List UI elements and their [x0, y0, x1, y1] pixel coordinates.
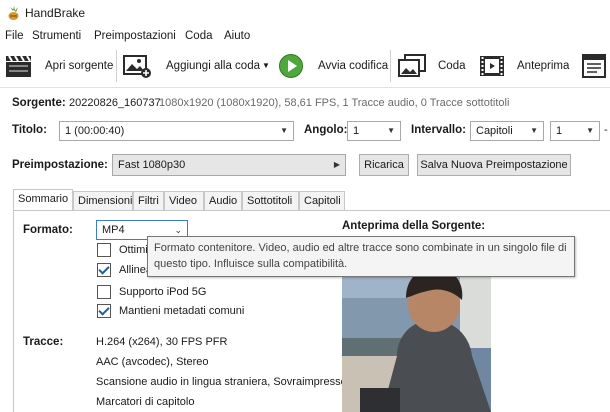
toolbar-divider: [116, 50, 117, 82]
web-optimized-checkbox[interactable]: [97, 243, 111, 257]
preview-button[interactable]: Anteprima: [478, 53, 570, 79]
add-image-icon: [123, 55, 151, 78]
open-source-label: Apri sorgente: [45, 60, 114, 72]
add-to-queue-label: Aggiungi alla coda: [166, 60, 260, 72]
tab-dimensions[interactable]: Dimensioni: [73, 191, 133, 210]
filmstrip-icon: [480, 56, 504, 76]
toolbar-divider: [390, 50, 391, 82]
chevron-down-icon: ▼: [280, 126, 288, 135]
menu-queue[interactable]: Coda: [185, 30, 213, 42]
chevron-down-icon: ⌄: [174, 225, 182, 235]
align-av-checkbox[interactable]: [97, 263, 111, 277]
range-dash: -: [604, 124, 608, 136]
angle-label: Angolo:: [304, 124, 348, 136]
track-item: Scansione audio in lingua straniera, Sov…: [96, 376, 347, 388]
title-label: Titolo:: [12, 124, 47, 136]
ipod-support-checkbox[interactable]: [97, 285, 111, 299]
menu-bar: [0, 27, 610, 46]
title-bar: [0, 0, 610, 26]
source-preview-label: Anteprima della Sorgente:: [342, 220, 486, 232]
range-type-value: Capitoli: [476, 125, 513, 137]
activity-log-button[interactable]: [580, 53, 608, 79]
save-new-preset-button[interactable]: Salva Nuova Preimpostazione: [417, 154, 571, 176]
tab-filters[interactable]: Filtri: [133, 191, 164, 210]
range-label: Intervallo:: [411, 124, 466, 136]
tracks-label: Tracce:: [23, 336, 64, 348]
tooltip-line: Formato contenitore. Video, audio ed alt…: [154, 242, 567, 254]
film-clapper-icon: [6, 55, 31, 77]
chevron-down-icon: ▼: [586, 126, 594, 135]
tab-subtitles[interactable]: Sottotitoli: [242, 191, 299, 210]
reload-preset-button[interactable]: Ricarica: [359, 154, 409, 176]
menu-help[interactable]: Aiuto: [224, 30, 250, 42]
tab-audio[interactable]: Audio: [204, 191, 242, 210]
range-start-select[interactable]: 1 ▼: [550, 121, 600, 141]
ipod-support-label: Supporto iPod 5G: [119, 286, 207, 298]
source-info: 1080x1920 (1080x1920), 58,61 FPS, 1 Trac…: [159, 97, 510, 109]
chevron-down-icon: ▼: [387, 126, 395, 135]
chevron-right-icon: ▶: [333, 160, 340, 169]
track-item: AAC (avcodec), Stereo: [96, 356, 209, 368]
track-item: H.264 (x264), 30 FPS PFR: [96, 336, 228, 348]
title-value: 1 (00:00:40): [65, 125, 125, 137]
preset-value: Fast 1080p30: [118, 159, 186, 171]
angle-select[interactable]: 1 ▼: [347, 121, 401, 141]
image-stack-icon: [398, 54, 426, 77]
title-select[interactable]: 1 (00:00:40) ▼: [59, 121, 294, 141]
menu-file[interactable]: File: [5, 30, 24, 42]
range-start-value: 1: [556, 125, 563, 137]
queue-label: Coda: [438, 60, 466, 72]
keep-metadata-checkbox[interactable]: [97, 304, 111, 318]
format-label: Formato:: [23, 224, 73, 236]
open-source-button[interactable]: Apri sorgente: [4, 53, 113, 79]
window-title: HandBrake: [25, 6, 86, 20]
log-window-icon: [582, 54, 606, 78]
tab-chapters[interactable]: Capitoli: [299, 191, 345, 210]
keep-metadata-label: Mantieni metadati comuni: [119, 305, 245, 317]
chevron-down-icon[interactable]: ▼: [262, 61, 270, 70]
menu-presets[interactable]: Preimpostazioni: [94, 30, 176, 42]
add-to-queue-button[interactable]: Aggiungi alla coda ▼: [122, 53, 272, 79]
menu-tools[interactable]: Strumenti: [32, 30, 81, 42]
source-name: 20220826_160737: [69, 97, 161, 109]
tab-summary[interactable]: Sommario: [13, 189, 73, 211]
range-type-select[interactable]: Capitoli ▼: [470, 121, 544, 141]
tab-video[interactable]: Video: [164, 191, 204, 210]
preset-selector[interactable]: Fast 1080p30 ▶: [112, 154, 346, 176]
source-label: Sorgente:: [12, 97, 66, 109]
preset-label: Preimpostazione:: [12, 159, 108, 171]
tooltip-line: questo tipo. Influisce sulla compatibili…: [154, 258, 348, 270]
pineapple-logo-icon: [8, 6, 19, 20]
chevron-down-icon: ▼: [530, 126, 538, 135]
start-encode-button[interactable]: Avvia codifica: [278, 53, 388, 79]
start-encode-label: Avvia codifica: [318, 60, 389, 72]
preview-label: Anteprima: [517, 60, 570, 72]
track-item: Marcatori di capitolo: [96, 396, 195, 408]
format-tooltip: Formato contenitore. Video, audio ed alt…: [147, 236, 575, 277]
format-value: MP4: [102, 224, 125, 236]
play-icon: [279, 54, 303, 78]
angle-value: 1: [353, 125, 360, 137]
queue-button[interactable]: Coda: [397, 53, 467, 79]
